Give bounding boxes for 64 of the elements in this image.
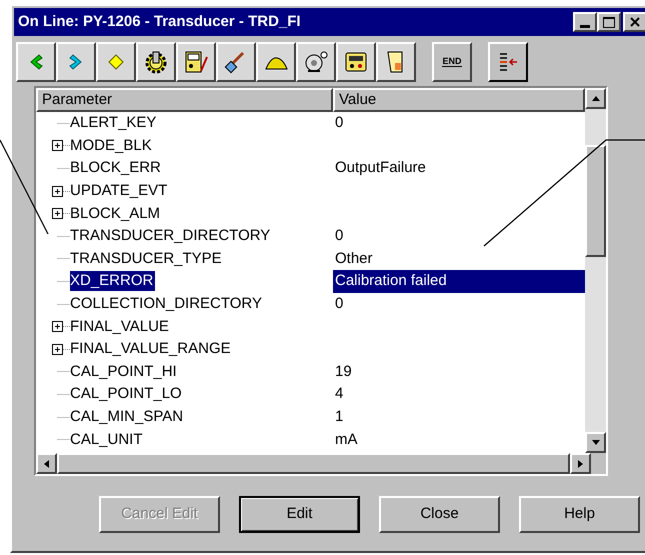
parameter-value: 0 (335, 294, 344, 314)
minimize-icon (580, 25, 590, 28)
maximize-icon (603, 16, 615, 28)
scrollbar-corner (591, 453, 606, 474)
parameter-name[interactable]: MODE_BLK (70, 136, 154, 156)
parameter-value: Other (335, 248, 373, 269)
toolbar-button[interactable]: END (432, 42, 472, 82)
parameter-name[interactable]: ALERT_KEY (70, 113, 158, 134)
toolbar-button[interactable] (488, 42, 528, 82)
parameter-name[interactable]: FINAL_VALUE (70, 316, 171, 337)
toolbar-button[interactable] (176, 42, 216, 82)
vertical-scrollbar[interactable] (585, 88, 606, 453)
minimize-button[interactable] (573, 12, 597, 32)
toolbar-button[interactable] (336, 42, 376, 82)
parameter-name[interactable]: TRANSDUCER_DIRECTORY (70, 226, 272, 246)
expand-icon[interactable] (52, 140, 70, 152)
parameter-value: 4 (335, 384, 344, 404)
parameter-value: OutputFailure (335, 158, 426, 178)
parameter-value: 0 (335, 113, 344, 134)
parameter-name[interactable]: COLLECTION_DIRECTORY (70, 294, 264, 314)
parameter-name[interactable]: CAL_POINT_LO (70, 384, 184, 404)
parameter-value: mA (335, 430, 358, 450)
toolbar-button[interactable] (136, 42, 176, 82)
parameter-name[interactable]: BLOCK_ERR (70, 158, 163, 178)
close-icon (630, 17, 640, 27)
parameter-name[interactable]: CAL_UNIT (70, 430, 145, 450)
parameter-name[interactable]: CAL_MIN_SPAN (70, 407, 186, 428)
down-arrow-icon (592, 440, 600, 445)
right-arrow-icon (578, 460, 583, 468)
parameter-name[interactable]: UPDATE_EVT (70, 181, 170, 202)
close-button[interactable] (623, 12, 645, 32)
parameter-name[interactable]: CAL_POINT_HI (70, 362, 179, 382)
multimeter-icon (183, 49, 209, 75)
up-arrow-icon (592, 96, 600, 101)
maximize-button[interactable] (597, 12, 621, 32)
parameter-value: 0 (335, 226, 344, 246)
parameter-name[interactable]: XD_ERROR (70, 271, 156, 292)
toolbar-button[interactable] (96, 42, 136, 82)
column-header[interactable]: Value (333, 88, 585, 112)
dialog-button[interactable]: Help (519, 496, 640, 533)
parameter-name[interactable]: BLOCK_ALM (70, 204, 162, 224)
gear-icon (143, 49, 169, 75)
scroll-thumb[interactable] (585, 145, 606, 257)
expand-icon[interactable] (52, 186, 70, 197)
column-header[interactable]: Parameter (36, 88, 333, 112)
toolbar-button[interactable] (56, 42, 96, 82)
parameter-value: Calibration failed (335, 271, 447, 292)
expand-icon[interactable] (52, 344, 70, 355)
dialog-button[interactable]: Edit (239, 496, 360, 533)
toolbar-button[interactable] (296, 42, 336, 82)
parameter-value: 1 (335, 407, 344, 428)
toolbar-button[interactable] (216, 42, 256, 82)
expand-icon[interactable] (52, 321, 70, 332)
toolbar-button[interactable] (256, 42, 296, 82)
parameter-name[interactable]: TRANSDUCER_TYPE (70, 248, 224, 269)
toolbar-button[interactable] (376, 42, 416, 82)
toolbar-button[interactable] (16, 42, 56, 82)
parameter-value: 19 (335, 362, 352, 382)
expand-icon[interactable] (52, 208, 70, 220)
left-arrow-icon (44, 460, 49, 468)
window-title: On Line: PY-1206 - Transducer - TRD_FI (18, 12, 302, 32)
parameter-name[interactable]: FINAL_VALUE_RANGE (70, 339, 233, 360)
dialog-button[interactable]: Close (379, 496, 500, 533)
bell-icon (303, 49, 329, 75)
